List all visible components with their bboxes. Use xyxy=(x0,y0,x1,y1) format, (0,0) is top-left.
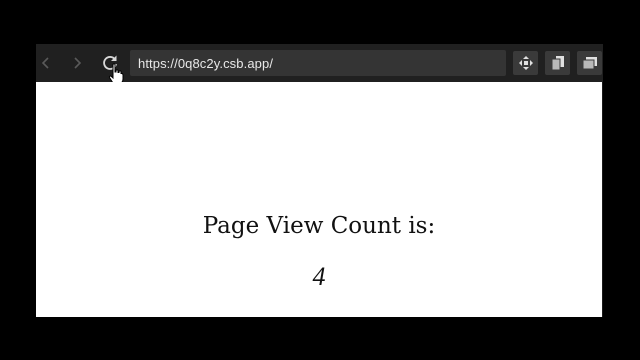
move-tool-button[interactable] xyxy=(513,51,538,75)
page-view-label: Page View Count is: xyxy=(202,213,436,239)
reload-icon xyxy=(103,55,117,70)
browser-window: https://0q8c2y.csb.app/ Page View Count … xyxy=(36,44,603,317)
video-frame: https://0q8c2y.csb.app/ Page View Count … xyxy=(0,0,640,360)
address-bar[interactable]: https://0q8c2y.csb.app/ xyxy=(130,50,506,76)
move-arrows-icon xyxy=(518,56,533,70)
copy-pages-icon xyxy=(551,56,564,71)
chevron-left-icon xyxy=(41,57,49,69)
page-view-count: 4 xyxy=(312,262,326,291)
reload-button[interactable] xyxy=(100,53,120,73)
web-page: Page View Count is: 4 xyxy=(36,82,602,317)
window-icon xyxy=(582,57,597,70)
back-button[interactable] xyxy=(36,53,56,73)
browser-toolbar: https://0q8c2y.csb.app/ xyxy=(36,44,603,85)
chevron-right-icon xyxy=(74,57,82,69)
copy-button[interactable] xyxy=(545,51,570,75)
window-button[interactable] xyxy=(577,51,602,75)
forward-button[interactable] xyxy=(67,53,87,73)
url-text: https://0q8c2y.csb.app/ xyxy=(138,55,274,71)
